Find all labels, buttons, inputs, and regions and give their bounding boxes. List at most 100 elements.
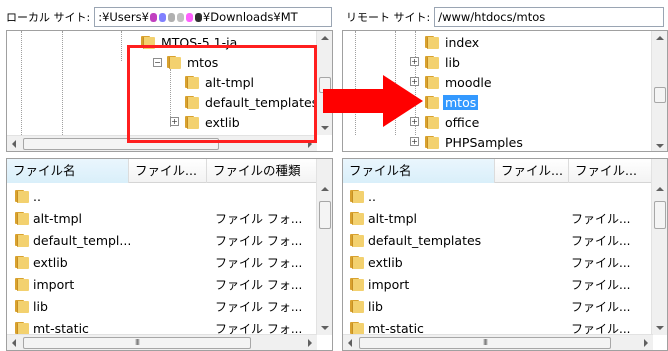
column-filesize[interactable]: ファイル...	[495, 159, 569, 183]
folder-icon	[348, 189, 364, 203]
file-row-extlib[interactable]: extlib	[7, 251, 68, 273]
folder-icon	[13, 299, 29, 313]
scroll-right-icon[interactable]	[644, 339, 648, 347]
tree-item-label-selected: mtos	[443, 94, 479, 110]
redaction-dot	[185, 13, 193, 22]
column-filename[interactable]: ファイル名	[7, 159, 129, 183]
column-filetype[interactable]: ファイルの種類	[207, 159, 317, 183]
file-name: lib	[368, 298, 383, 314]
file-type-cell: ファイル...	[571, 300, 631, 314]
file-row-parent[interactable]: ..	[343, 185, 376, 207]
column-filesize[interactable]: ファイル...	[129, 159, 207, 183]
folder-icon	[423, 135, 439, 149]
file-row-default-templates[interactable]: default_templates	[343, 229, 481, 251]
expand-icon[interactable]: +	[410, 57, 419, 66]
file-list-horizontal-scrollbar[interactable]: III	[343, 334, 653, 350]
local-path-prefix: :¥Users¥	[98, 10, 149, 24]
file-type-cell: ファイル フォ...	[215, 256, 303, 270]
local-site-label: ローカル サイト:	[6, 11, 91, 24]
scroll-down-icon[interactable]	[656, 144, 664, 148]
file-row-lib[interactable]: lib	[343, 295, 383, 317]
scroll-down-icon[interactable]	[321, 326, 329, 330]
file-type-cell: ファイル...	[571, 234, 631, 248]
tree-vertical-scrollbar[interactable]	[651, 31, 667, 151]
file-row-alt-tmpl[interactable]: alt-tmpl	[343, 207, 417, 229]
scroll-left-icon[interactable]	[348, 339, 352, 347]
scroll-up-icon[interactable]	[656, 36, 664, 40]
local-path-suffix: ¥Downloads¥MT	[202, 10, 298, 24]
tree-item-label: index	[445, 34, 480, 50]
scroll-down-icon[interactable]	[656, 326, 664, 330]
file-row-lib[interactable]: lib	[7, 295, 48, 317]
tree-guide-line	[62, 31, 63, 135]
file-name: ..	[368, 188, 376, 204]
column-filename[interactable]: ファイル名	[343, 159, 495, 183]
expand-icon[interactable]: +	[410, 137, 419, 146]
local-site-path-input[interactable]: :¥Users¥ ¥Downloads¥MT	[94, 7, 333, 27]
folder-icon	[348, 299, 364, 313]
tree-item-label: lib	[445, 54, 460, 70]
remote-site-path-input[interactable]: /www/htdocs/mtos	[434, 7, 665, 27]
redacted-username	[149, 10, 203, 24]
file-row-extlib[interactable]: extlib	[343, 251, 403, 273]
highlight-box	[127, 45, 317, 143]
tree-item-label: PHPSamples	[445, 134, 523, 150]
tree-guide-line	[121, 31, 122, 61]
scroll-thumb[interactable]	[319, 201, 331, 229]
remote-file-list-header: ファイル名 ファイル... ファイル...	[343, 159, 653, 183]
scroll-thumb[interactable]	[654, 87, 666, 103]
file-row-import[interactable]: import	[343, 273, 409, 295]
file-list-vertical-scrollbar[interactable]	[651, 159, 667, 335]
remote-site-pane: リモート サイト: /www/htdocs/mtos index + lib +…	[340, 0, 668, 351]
file-type-cell: ファイル...	[571, 212, 631, 226]
tree-item-index[interactable]: index	[423, 32, 481, 52]
redaction-dot	[158, 13, 166, 22]
file-list-vertical-scrollbar[interactable]	[316, 159, 332, 335]
scroll-up-icon[interactable]	[321, 187, 329, 191]
scroll-left-icon[interactable]	[12, 339, 16, 347]
file-type-cell: ファイル...	[571, 256, 631, 270]
column-filetype[interactable]: ファイル...	[569, 159, 653, 183]
tree-item-phpsamples[interactable]: PHPSamples	[423, 132, 525, 151]
folder-icon	[348, 321, 364, 335]
file-name: extlib	[368, 254, 403, 270]
scroll-thumb[interactable]: III	[359, 337, 611, 349]
redaction-dot	[176, 13, 184, 22]
file-name: import	[368, 276, 410, 292]
scroll-thumb[interactable]	[654, 201, 666, 229]
folder-icon	[13, 211, 29, 225]
scroll-up-icon[interactable]	[321, 36, 329, 40]
folder-icon	[348, 277, 364, 291]
local-site-bar: ローカル サイト: :¥Users¥ ¥Downloads¥MT	[0, 6, 335, 28]
scroll-up-icon[interactable]	[656, 187, 664, 191]
tree-item-mtos[interactable]: mtos	[423, 92, 479, 112]
file-row-import[interactable]: import	[7, 273, 74, 295]
tree-item-lib[interactable]: lib	[423, 52, 462, 72]
folder-icon	[348, 233, 364, 247]
file-type-cell: ファイル フォ...	[215, 212, 303, 226]
file-row-default-templates[interactable]: default_templ...	[7, 229, 131, 251]
folder-icon	[423, 55, 439, 69]
tree-item-office[interactable]: office	[423, 112, 481, 132]
scroll-thumb[interactable]: III	[23, 337, 251, 349]
tree-item-moodle[interactable]: moodle	[423, 72, 494, 92]
file-row-parent[interactable]: ..	[7, 185, 41, 207]
remote-file-list[interactable]: ファイル名 ファイル... ファイル... .. alt-tmpl defaul…	[342, 158, 668, 351]
folder-icon	[13, 321, 29, 335]
redaction-dot	[149, 13, 157, 22]
file-row-alt-tmpl[interactable]: alt-tmpl	[7, 207, 82, 229]
file-type-cell: ファイル フォ...	[215, 300, 303, 314]
right-arrow-icon	[323, 75, 423, 127]
tree-guide-line	[21, 31, 22, 135]
folder-icon	[348, 211, 364, 225]
folder-icon	[13, 277, 29, 291]
redaction-dot	[167, 13, 175, 22]
scroll-left-icon[interactable]	[12, 140, 16, 148]
local-file-list-header: ファイル名 ファイル... ファイルの種類	[7, 159, 317, 183]
scroll-right-icon[interactable]	[308, 339, 312, 347]
file-list-horizontal-scrollbar[interactable]: III	[7, 334, 317, 350]
local-file-list[interactable]: ファイル名 ファイル... ファイルの種類 .. alt-tmpl defaul…	[6, 158, 333, 351]
folder-icon	[13, 233, 29, 247]
file-name: default_templates	[368, 232, 482, 248]
file-name: default_templ...	[33, 232, 132, 248]
